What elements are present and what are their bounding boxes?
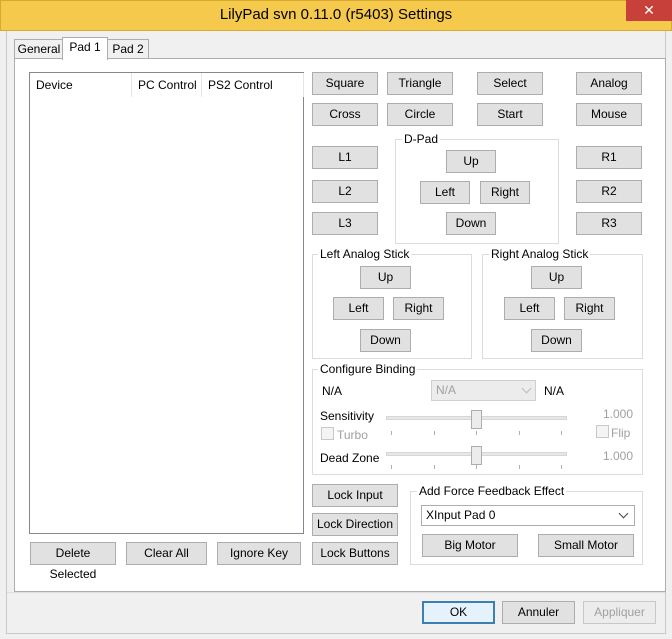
- l1-button[interactable]: L1: [312, 146, 378, 169]
- left-stick-left-button[interactable]: Left: [333, 297, 384, 320]
- dead-zone-value: 1.000: [603, 449, 634, 463]
- lock-direction-button[interactable]: Lock Direction: [312, 513, 398, 536]
- r1-button[interactable]: R1: [576, 146, 642, 169]
- mouse-button[interactable]: Mouse: [576, 103, 642, 126]
- binding-source-value: N/A: [322, 384, 343, 398]
- triangle-button[interactable]: Triangle: [387, 72, 453, 95]
- turbo-checkbox[interactable]: [321, 427, 334, 440]
- slider-tick: [434, 431, 435, 435]
- chevron-down-icon: [521, 383, 532, 394]
- tab-general[interactable]: General: [14, 39, 64, 59]
- l2-button[interactable]: L2: [312, 180, 378, 203]
- left-stick-down-button[interactable]: Down: [360, 329, 411, 352]
- right-stick-up-button[interactable]: Up: [531, 266, 582, 289]
- flip-label: Flip: [611, 426, 631, 440]
- tab-pad-2[interactable]: Pad 2: [107, 39, 149, 59]
- lock-buttons-button[interactable]: Lock Buttons: [312, 542, 398, 565]
- configure-binding-group-label: Configure Binding: [318, 362, 418, 376]
- small-motor-button[interactable]: Small Motor: [538, 534, 634, 557]
- slider-tick: [561, 431, 562, 435]
- slider-tick: [434, 465, 435, 469]
- r2-button[interactable]: R2: [576, 180, 642, 203]
- left-stick-up-button[interactable]: Up: [360, 266, 411, 289]
- l3-button[interactable]: L3: [312, 212, 378, 235]
- lock-input-button[interactable]: Lock Input: [312, 484, 398, 507]
- chevron-down-icon: [618, 508, 629, 519]
- slider-tick: [519, 465, 520, 469]
- turbo-label: Turbo: [337, 428, 368, 442]
- column-header-device[interactable]: Device: [30, 73, 132, 97]
- square-button[interactable]: Square: [312, 72, 378, 95]
- tab-label: Pad 1: [69, 40, 101, 54]
- circle-button[interactable]: Circle: [387, 103, 453, 126]
- select-button[interactable]: Select: [477, 72, 543, 95]
- slider-tick: [391, 465, 392, 469]
- right-stick-right-button[interactable]: Right: [564, 297, 615, 320]
- slider-tick: [476, 465, 477, 469]
- dpad-up-button[interactable]: Up: [446, 150, 496, 173]
- binding-target-value: N/A: [544, 384, 565, 398]
- dpad-down-button[interactable]: Down: [446, 212, 496, 235]
- slider-tick: [476, 431, 477, 435]
- delete-selected-button[interactable]: Delete Selected: [30, 542, 116, 581]
- slider-tick: [519, 431, 520, 435]
- sensitivity-label: Sensitivity: [320, 409, 375, 423]
- column-header-ps2-control[interactable]: PS2 Control: [202, 73, 304, 97]
- force-feedback-group-label: Add Force Feedback Effect: [417, 484, 567, 498]
- binding-combo[interactable]: N/A: [431, 380, 536, 401]
- left-stick-right-button[interactable]: Right: [393, 297, 444, 320]
- column-header-pc-control[interactable]: PC Control: [132, 73, 202, 97]
- dpad-left-button[interactable]: Left: [420, 181, 470, 204]
- cross-button[interactable]: Cross: [312, 103, 378, 126]
- dpad-group-label: D-Pad: [402, 132, 441, 146]
- dead-zone-label: Dead Zone: [320, 451, 380, 465]
- dpad-right-button[interactable]: Right: [480, 181, 530, 204]
- tab-label: Pad 2: [112, 42, 144, 56]
- slider-tick: [391, 431, 392, 435]
- slider-tick: [561, 465, 562, 469]
- tab-label: General: [17, 42, 61, 56]
- analog-button[interactable]: Analog: [576, 72, 642, 95]
- binding-list[interactable]: Device PC Control PS2 Control: [29, 72, 304, 534]
- cancel-button[interactable]: Annuler: [502, 601, 575, 624]
- sensitivity-value: 1.000: [603, 407, 634, 421]
- force-feedback-device-value: XInput Pad 0: [426, 508, 496, 522]
- right-stick-left-button[interactable]: Left: [504, 297, 555, 320]
- tab-pad-1[interactable]: Pad 1: [62, 37, 108, 60]
- force-feedback-device-combo[interactable]: XInput Pad 0: [421, 505, 635, 526]
- right-analog-group-label: Right Analog Stick: [489, 247, 591, 261]
- apply-button[interactable]: Appliquer: [583, 601, 656, 624]
- right-stick-down-button[interactable]: Down: [531, 329, 582, 352]
- big-motor-button[interactable]: Big Motor: [422, 534, 518, 557]
- clear-all-button[interactable]: Clear All: [126, 542, 207, 565]
- ok-button[interactable]: OK: [422, 601, 495, 624]
- dead-zone-slider-thumb[interactable]: [471, 446, 482, 465]
- window-title: LilyPad svn 0.11.0 (r5403) Settings: [219, 6, 453, 23]
- sensitivity-slider-thumb[interactable]: [471, 410, 482, 429]
- ignore-key-button[interactable]: Ignore Key: [217, 542, 301, 565]
- flip-checkbox[interactable]: [596, 425, 609, 438]
- left-analog-group-label: Left Analog Stick: [318, 247, 412, 261]
- close-icon: ✕: [643, 2, 655, 18]
- start-button[interactable]: Start: [477, 103, 543, 126]
- close-button[interactable]: ✕: [626, 0, 672, 21]
- binding-combo-value: N/A: [436, 383, 457, 397]
- r3-button[interactable]: R3: [576, 212, 642, 235]
